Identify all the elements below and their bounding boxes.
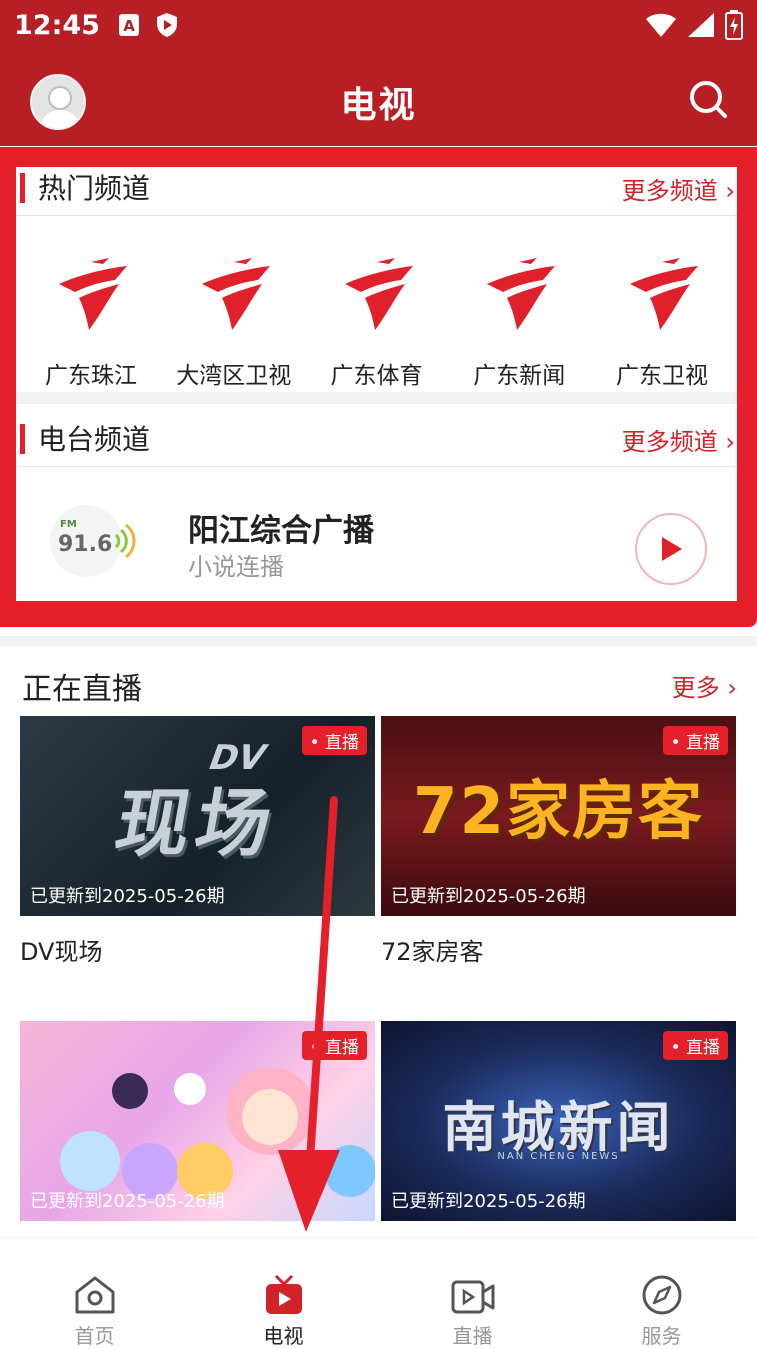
gdtv-logo-icon [26, 246, 156, 342]
radio-channels-header: 电台频道 更多频道 › [16, 418, 737, 466]
live-card[interactable]: 南城新闻 NAN CHENG NEWS • 直播 已更新到2025-05-26期 [381, 1021, 736, 1221]
channel-name: 大湾区卫视 [176, 363, 292, 389]
tab-service[interactable]: 服务 [567, 1238, 756, 1349]
update-label: 已更新到2025-05-26期 [391, 886, 586, 907]
play-button[interactable] [635, 513, 707, 585]
live-thumbnail: 现场 DV • 直播 已更新到2025-05-26期 [20, 716, 375, 916]
bottom-tab-bar: 首页 电视 直播 服务 [0, 1237, 757, 1348]
thumb-title: 72家房客 [412, 775, 705, 849]
tab-live[interactable]: 直播 [378, 1238, 567, 1349]
live-badge-label: 直播 [325, 733, 359, 753]
app-a-icon: A [118, 13, 140, 37]
highlight-frame: 热门频道 更多频道 › 广东珠江 大湾区卫视 广东体育 广东新闻 广东卫视 电台… [0, 147, 757, 627]
live-badge: • 直播 [301, 1031, 367, 1060]
radio-station-item[interactable]: FM 91.6 阳江综合广播 小说连播 [16, 467, 737, 601]
svg-text:A: A [123, 17, 135, 35]
more-label: 更多频道 [621, 428, 718, 456]
page-title: 电视 [340, 85, 417, 126]
radio-logo: FM 91.6 [46, 505, 146, 577]
update-label: 已更新到2025-05-26期 [30, 886, 225, 907]
live-section-header: 正在直播 更多 › [0, 636, 757, 716]
section-marker [20, 424, 25, 454]
play-icon [662, 537, 682, 561]
live-more-link[interactable]: 更多 › [672, 668, 737, 703]
live-badge: • 直播 [662, 726, 728, 755]
channel-name: 广东新闻 [473, 363, 566, 389]
update-label: 已更新到2025-05-26期 [391, 1191, 586, 1212]
gdtv-logo-icon [597, 246, 727, 342]
live-card[interactable]: 72家房客 • 直播 已更新到2025-05-26期 72家房客 [381, 716, 736, 967]
tv-icon [189, 1238, 378, 1316]
more-label: 更多频道 [621, 177, 718, 205]
live-badge-label: 直播 [325, 1038, 359, 1058]
chevron-right-icon: › [725, 428, 735, 456]
gdtv-logo-icon [169, 246, 299, 342]
channels-panel: 热门频道 更多频道 › 广东珠江 大湾区卫视 广东体育 广东新闻 广东卫视 电台… [16, 167, 737, 601]
live-section-title: 正在直播 [22, 672, 142, 707]
compass-icon [567, 1238, 756, 1316]
radio-station-subtitle: 小说连播 [188, 553, 284, 581]
channel-item[interactable]: 广东体育 [312, 246, 442, 392]
live-badge-label: 直播 [686, 733, 720, 753]
live-card[interactable]: • 直播 已更新到2025-05-26期 [20, 1021, 375, 1221]
gdtv-logo-icon [312, 246, 442, 342]
live-thumbnail: • 直播 已更新到2025-05-26期 [20, 1021, 375, 1221]
radio-logo-fm: FM [60, 519, 77, 530]
radio-logo-freq: 91.6 [58, 532, 112, 557]
live-card[interactable]: 现场 DV • 直播 已更新到2025-05-26期 DV现场 [20, 716, 375, 967]
signal-icon [687, 12, 715, 42]
channel-name: 广东体育 [330, 363, 423, 389]
radio-channels-title: 电台频道 [38, 423, 151, 456]
radio-station-name: 阳江综合广播 [188, 513, 374, 549]
search-icon[interactable] [687, 78, 729, 124]
radio-channels-more-link[interactable]: 更多频道 › [622, 422, 735, 457]
tab-tv[interactable]: 电视 [189, 1238, 378, 1349]
live-thumbnail: 72家房客 • 直播 已更新到2025-05-26期 [381, 716, 736, 916]
live-badge-label: 直播 [686, 1038, 720, 1058]
live-badge: • 直播 [662, 1031, 728, 1060]
channel-item[interactable]: 大湾区卫视 [169, 246, 299, 392]
hot-channels-list: 广东珠江 大湾区卫视 广东体育 广东新闻 广东卫视 [16, 216, 737, 392]
tab-home[interactable]: 首页 [0, 1238, 189, 1349]
more-label: 更多 [671, 674, 720, 702]
live-badge: • 直播 [301, 726, 367, 755]
chevron-right-icon: › [727, 674, 737, 702]
hot-channels-title: 热门频道 [38, 172, 151, 205]
wifi-icon [645, 12, 677, 42]
live-thumbnail: 南城新闻 NAN CHENG NEWS • 直播 已更新到2025-05-26期 [381, 1021, 736, 1221]
thumb-subtitle: NAN CHENG NEWS [497, 1151, 620, 1162]
channel-item[interactable]: 广东卫视 [597, 246, 727, 392]
channel-item[interactable]: 广东珠江 [26, 246, 156, 392]
card-title: 72家房客 [381, 938, 484, 966]
top-app-bar: 电视 [0, 50, 757, 146]
shield-icon [156, 12, 178, 38]
channel-name: 广东卫视 [616, 363, 708, 389]
update-label: 已更新到2025-05-26期 [30, 1191, 225, 1212]
thumb-title: 现场 [108, 781, 284, 867]
status-bar: 12:45 A [0, 0, 757, 50]
status-time: 12:45 [14, 9, 100, 41]
battery-icon [725, 10, 743, 44]
card-title: DV现场 [20, 938, 103, 966]
section-marker [20, 173, 25, 203]
hot-channels-more-link[interactable]: 更多频道 › [622, 171, 735, 206]
gdtv-logo-icon [454, 246, 584, 342]
home-icon [0, 1238, 189, 1316]
chevron-right-icon: › [725, 177, 735, 205]
channel-item[interactable]: 广东新闻 [454, 246, 584, 392]
section-gap [16, 392, 737, 404]
video-icon [378, 1238, 567, 1316]
channel-name: 广东珠江 [45, 363, 137, 389]
hot-channels-header: 热门频道 更多频道 › [16, 167, 737, 215]
